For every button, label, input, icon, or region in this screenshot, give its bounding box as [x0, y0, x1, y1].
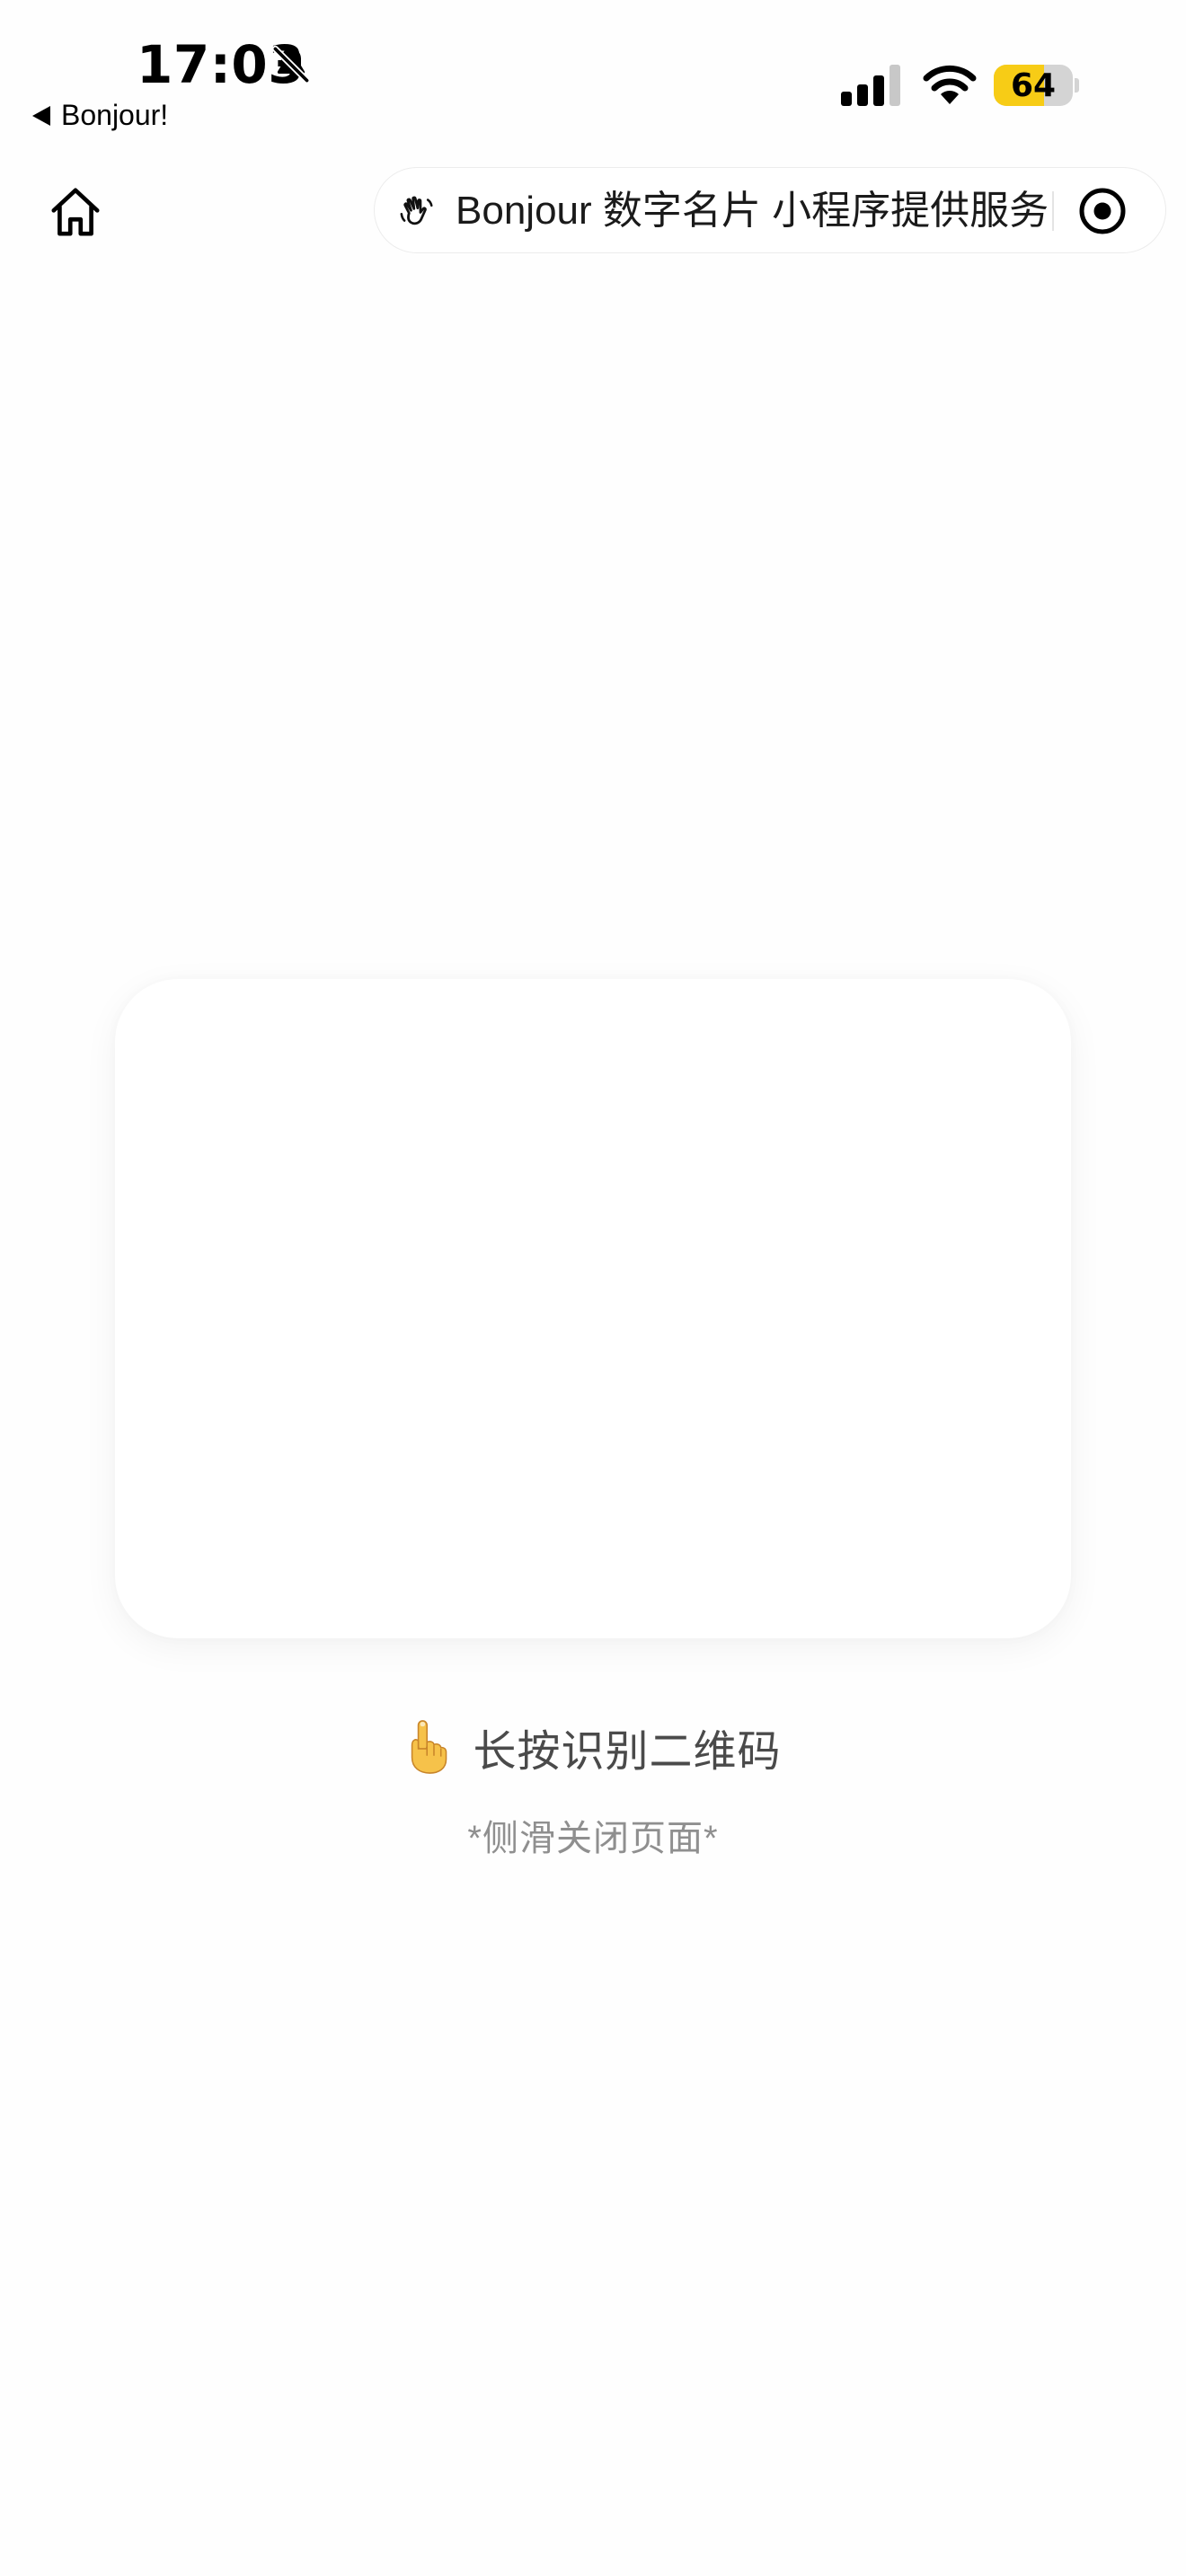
home-button[interactable]: [41, 178, 110, 246]
mini-program-capsule: Bonjour 数字名片 小程序提供服务: [374, 167, 1166, 253]
battery-percent: 64: [1010, 66, 1057, 104]
close-circle-icon[interactable]: [1075, 184, 1129, 238]
battery-indicator: 64: [994, 65, 1073, 106]
long-press-hint-text: 长按识别二维码: [473, 1728, 782, 1776]
back-to-app-button[interactable]: Bonjour!: [32, 99, 168, 132]
battery-nub: [1075, 78, 1079, 93]
back-arrow-icon: [32, 105, 50, 126]
swipe-close-hint: *侧滑关闭页面*: [467, 1819, 719, 1858]
qr-code-card[interactable]: [115, 979, 1071, 1638]
capsule-divider: [1052, 191, 1054, 231]
home-icon: [51, 188, 100, 236]
waving-hand-icon: [400, 196, 433, 225]
page: 17:03 Bonjour! 64 Bonjour 数字名片 小程序提供服务 长…: [0, 0, 1186, 2576]
bell-slash-icon: [271, 45, 311, 84]
wifi-icon: [923, 65, 977, 104]
back-app-label: Bonjour!: [61, 99, 169, 131]
capsule-service-text: Bonjour 数字名片 小程序提供服务: [456, 189, 1049, 233]
qr-hint: 长按识别二维码: [0, 1716, 1186, 1778]
signal-icon: [841, 65, 900, 106]
pointing-finger-icon: [412, 1720, 447, 1774]
